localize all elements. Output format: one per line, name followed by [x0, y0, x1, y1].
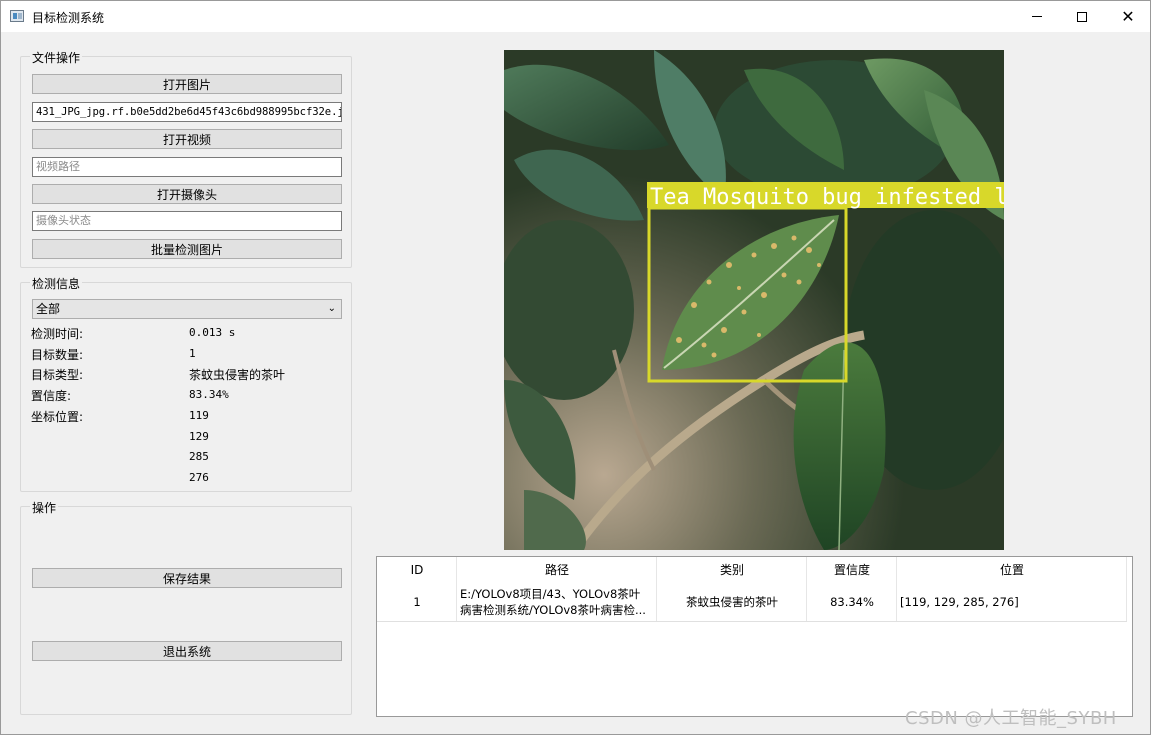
target-type-label: 目标类型:	[31, 368, 84, 382]
position-xmax: 285	[189, 450, 209, 463]
open-image-button[interactable]: 打开图片	[32, 74, 342, 94]
results-table[interactable]: ID 路径 类别 置信度 位置 1 E:/YOLOv8项目/43、YOLOv8茶…	[376, 556, 1133, 717]
table-row-path[interactable]: E:/YOLOv8项目/43、YOLOv8茶叶 病害检测系统/YOLOv8茶叶病…	[460, 582, 656, 621]
chevron-down-icon: ⌄	[327, 303, 336, 314]
app-window: 目标检测系统 ✕ 文件操作 打开图片 431_JPG_jpg.rf.b0e5dd…	[0, 0, 1151, 735]
minimize-button[interactable]	[1014, 1, 1060, 32]
table-row-position[interactable]: [119, 129, 285, 276]	[900, 582, 1126, 621]
col-header-path[interactable]: 路径	[457, 557, 657, 582]
confidence-value: 83.34%	[189, 388, 229, 401]
col-header-id[interactable]: ID	[377, 557, 457, 582]
minimize-icon	[1032, 16, 1042, 17]
window-title: 目标检测系统	[32, 11, 105, 25]
detection-image: Tea Mosquito bug infested l	[504, 50, 1004, 550]
position-ymin: 129	[189, 430, 209, 443]
table-row-category[interactable]: 茶蚊虫侵害的茶叶	[657, 582, 807, 621]
camera-status-field[interactable]: 摄像头状态	[32, 211, 342, 231]
target-filter-value: 全部	[36, 302, 61, 316]
detect-info-group: 检测信息 全部 ⌄ 检测时间: 0.013 s 目标数量: 1 目标类型: 茶蚊…	[20, 275, 352, 492]
col-header-category[interactable]: 类别	[657, 557, 807, 582]
maximize-icon	[1077, 11, 1087, 22]
app-icon	[10, 10, 24, 22]
col-header-confidence[interactable]: 置信度	[807, 557, 897, 582]
close-button[interactable]: ✕	[1105, 1, 1151, 32]
position-ymax: 276	[189, 471, 209, 484]
close-icon: ✕	[1121, 6, 1135, 26]
video-path-field[interactable]: 视频路径	[32, 157, 342, 177]
detect-info-title: 检测信息	[30, 275, 83, 292]
file-ops-title: 文件操作	[30, 49, 83, 66]
operations-title: 操作	[30, 499, 59, 516]
confidence-label: 置信度:	[31, 389, 72, 403]
save-results-button[interactable]: 保存结果	[32, 568, 342, 588]
open-video-button[interactable]: 打开视频	[32, 129, 342, 149]
table-row-id[interactable]: 1	[377, 582, 457, 621]
open-camera-button[interactable]: 打开摄像头	[32, 184, 342, 204]
target-filter-select[interactable]: 全部 ⌄	[32, 299, 342, 319]
target-type-value: 茶蚊虫侵害的茶叶	[189, 368, 286, 382]
tea-leaf-photo: Tea Mosquito bug infested l	[504, 50, 1004, 550]
operations-group: 操作 保存结果 退出系统	[20, 499, 352, 715]
table-row-confidence[interactable]: 83.34%	[807, 582, 897, 621]
watermark: CSDN @人工智能_SYBH	[905, 708, 1117, 729]
path-line-2: 病害检测系统/YOLOv8茶叶病害检...	[460, 602, 646, 617]
path-line-1: E:/YOLOv8项目/43、YOLOv8茶叶	[460, 586, 641, 601]
title-bar: 目标检测系统 ✕	[1, 1, 1150, 32]
batch-detect-button[interactable]: 批量检测图片	[32, 239, 342, 259]
image-path-field[interactable]: 431_JPG_jpg.rf.b0e5dd2be6d45f43c6bd98899…	[32, 102, 342, 122]
detection-label-text: Tea Mosquito bug infested l	[650, 185, 1004, 210]
target-count-label: 目标数量:	[31, 348, 84, 362]
file-ops-group: 文件操作 打开图片 431_JPG_jpg.rf.b0e5dd2be6d45f4…	[20, 49, 352, 268]
maximize-button[interactable]	[1059, 1, 1105, 32]
position-xmin: 119	[189, 409, 209, 422]
target-count-value: 1	[189, 347, 196, 360]
position-label: 坐标位置:	[31, 410, 84, 424]
detect-time-label: 检测时间:	[31, 327, 84, 341]
col-header-position[interactable]: 位置	[897, 557, 1127, 582]
detect-time-value: 0.013 s	[189, 326, 236, 339]
exit-system-button[interactable]: 退出系统	[32, 641, 342, 661]
